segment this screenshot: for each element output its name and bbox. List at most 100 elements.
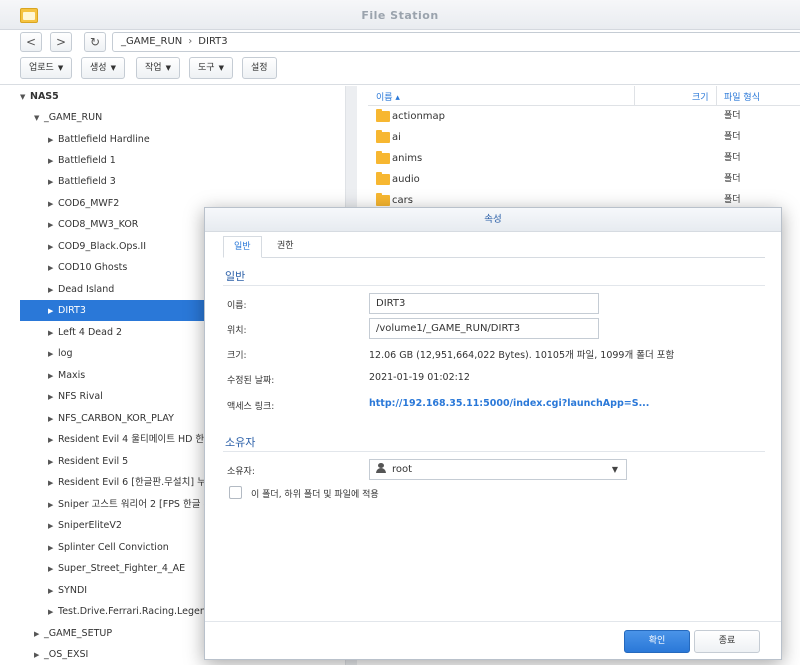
list-row[interactable]: ai 폴더 (368, 127, 800, 148)
tab-general[interactable]: 일반 (223, 236, 262, 258)
tree-item[interactable]: ▶ Battlefield 3 (20, 171, 345, 192)
tree-item-label: NFS Rival (58, 391, 103, 402)
collapsed-arrow-icon[interactable]: ▶ (48, 301, 58, 321)
path-breadcrumb[interactable]: _GAME_RUN › DIRT3 (112, 32, 800, 52)
collapsed-arrow-icon[interactable]: ▶ (48, 130, 58, 150)
upload-button[interactable]: 업로드 ▼ (20, 57, 73, 79)
dialog-footer: 확인 종료 (205, 621, 781, 659)
collapsed-arrow-icon[interactable]: ▶ (48, 323, 58, 343)
collapsed-arrow-icon[interactable]: ▶ (48, 430, 58, 450)
tree-item[interactable]: ▶ Battlefield 1 (20, 150, 345, 171)
collapsed-arrow-icon[interactable]: ▶ (48, 344, 58, 364)
collapsed-arrow-icon[interactable]: ▶ (48, 602, 58, 622)
modified-value: 2021-01-19 01:02:12 (369, 372, 470, 383)
section-owner-title: 소유자 (225, 436, 256, 449)
section-divider (223, 285, 765, 286)
column-type-header[interactable]: 파일 형식 (724, 90, 760, 103)
tree-item-label: SniperEliteV2 (58, 520, 122, 531)
name-field[interactable]: DIRT3 (369, 293, 599, 314)
folder-icon (376, 151, 390, 164)
column-divider[interactable] (634, 86, 635, 106)
tab-permission[interactable]: 권한 (267, 236, 304, 258)
create-button[interactable]: 생성 ▼ (81, 57, 125, 79)
access-link[interactable]: http://192.168.35.11:5000/index.cgi?laun… (369, 398, 649, 409)
collapsed-arrow-icon[interactable]: ▶ (48, 581, 58, 601)
list-row[interactable]: actionmap 폴더 (368, 106, 800, 127)
tree-item-label: Battlefield 3 (58, 176, 116, 187)
toolbar: 업로드 ▼ 생성 ▼ 작업 ▼ 도구 ▼ 설정 (0, 57, 800, 81)
tree-item-label: Left 4 Dead 2 (58, 327, 123, 338)
tree-item-label: Super_Street_Fighter_4_AE (58, 563, 186, 574)
tree-folder[interactable]: ▼ _GAME_RUN (20, 107, 345, 128)
owner-select[interactable]: root ▼ (369, 459, 627, 480)
column-size-header[interactable]: 크기 (692, 90, 709, 103)
collapsed-arrow-icon[interactable]: ▶ (48, 538, 58, 558)
tree-item-label: COD8_MW3_KOR (58, 219, 139, 230)
tree-item-label: Resident Evil 4 울티메이트 HD 한글 (58, 434, 213, 445)
folder-icon (376, 193, 390, 206)
chevron-down-icon: ▼ (165, 64, 171, 72)
column-divider[interactable] (716, 86, 717, 106)
collapsed-arrow-icon[interactable]: ▶ (48, 237, 58, 257)
expanded-arrow-icon[interactable]: ▼ (34, 108, 44, 128)
collapsed-arrow-icon[interactable]: ▶ (48, 516, 58, 536)
create-label: 생성 (90, 63, 107, 73)
size-value: 12.06 GB (12,951,664,022 Bytes). 10105개 … (369, 350, 675, 361)
collapsed-arrow-icon[interactable]: ▶ (48, 215, 58, 235)
row-type: 폴더 (724, 153, 741, 163)
tree-root[interactable]: ▼ NAS5 (20, 86, 345, 107)
tree-folder-label: _OS_EXSI (44, 649, 89, 660)
back-button[interactable]: < (20, 32, 42, 52)
collapsed-arrow-icon[interactable]: ▶ (48, 172, 58, 192)
collapsed-arrow-icon[interactable]: ▶ (48, 473, 58, 493)
collapsed-arrow-icon[interactable]: ▶ (48, 366, 58, 386)
action-button[interactable]: 작업 ▼ (136, 57, 180, 79)
list-row[interactable]: audio 폴더 (368, 169, 800, 190)
collapsed-arrow-icon[interactable]: ▶ (34, 645, 44, 665)
tree-item-label: Battlefield Hardline (58, 134, 150, 145)
list-row[interactable]: anims 폴더 (368, 148, 800, 169)
owner-label: 소유자: (227, 467, 255, 477)
collapsed-arrow-icon[interactable]: ▶ (48, 258, 58, 278)
tree-root-label: NAS5 (30, 91, 59, 102)
settings-button[interactable]: 설정 (242, 57, 277, 79)
title-bar: File Station (0, 0, 800, 30)
collapsed-arrow-icon[interactable]: ▶ (34, 624, 44, 644)
forward-button[interactable]: > (50, 32, 72, 52)
collapsed-arrow-icon[interactable]: ▶ (48, 495, 58, 515)
collapsed-arrow-icon[interactable]: ▶ (48, 151, 58, 171)
tools-button[interactable]: 도구 ▼ (189, 57, 233, 79)
collapsed-arrow-icon[interactable]: ▶ (48, 387, 58, 407)
tree-item-label: Resident Evil 6 [한글판.무설치] 누드 (58, 477, 215, 488)
tree-item-label: Resident Evil 5 (58, 456, 129, 467)
breadcrumb-item[interactable]: DIRT3 (198, 36, 227, 47)
expanded-arrow-icon[interactable]: ▼ (20, 87, 30, 107)
dialog-tabs: 일반 권한 (223, 232, 765, 258)
tree-item-label: SYNDI (58, 585, 88, 596)
column-name-header[interactable]: 이름 ▴ (376, 90, 400, 103)
name-label: 이름: (227, 301, 247, 311)
row-name: actionmap (392, 111, 445, 122)
ok-button[interactable]: 확인 (624, 630, 690, 653)
chevron-down-icon: ▼ (57, 64, 64, 72)
collapsed-arrow-icon[interactable]: ▶ (48, 280, 58, 300)
tree-item-label: NFS_CARBON_KOR_PLAY (58, 413, 174, 424)
collapsed-arrow-icon[interactable]: ▶ (48, 559, 58, 579)
tree-item-label: COD9_Black.Ops.II (58, 241, 147, 252)
tree-item[interactable]: ▶ Battlefield Hardline (20, 129, 345, 150)
collapsed-arrow-icon[interactable]: ▶ (48, 409, 58, 429)
tree-item-label: Battlefield 1 (58, 155, 116, 166)
row-type: 폴더 (724, 174, 741, 184)
window-title: File Station (361, 9, 439, 22)
collapsed-arrow-icon[interactable]: ▶ (48, 194, 58, 214)
collapsed-arrow-icon[interactable]: ▶ (48, 452, 58, 472)
breadcrumb-item[interactable]: _GAME_RUN (121, 36, 182, 47)
refresh-button[interactable]: ↻ (84, 32, 106, 52)
folder-icon (376, 172, 390, 185)
location-field[interactable]: /volume1/_GAME_RUN/DIRT3 (369, 318, 599, 339)
list-header: 이름 ▴ 크기 파일 형식 (368, 86, 800, 106)
row-name: ai (392, 132, 401, 143)
apply-recursive-checkbox[interactable] (229, 486, 242, 499)
close-button[interactable]: 종료 (694, 630, 760, 653)
tools-label: 도구 (198, 63, 215, 73)
